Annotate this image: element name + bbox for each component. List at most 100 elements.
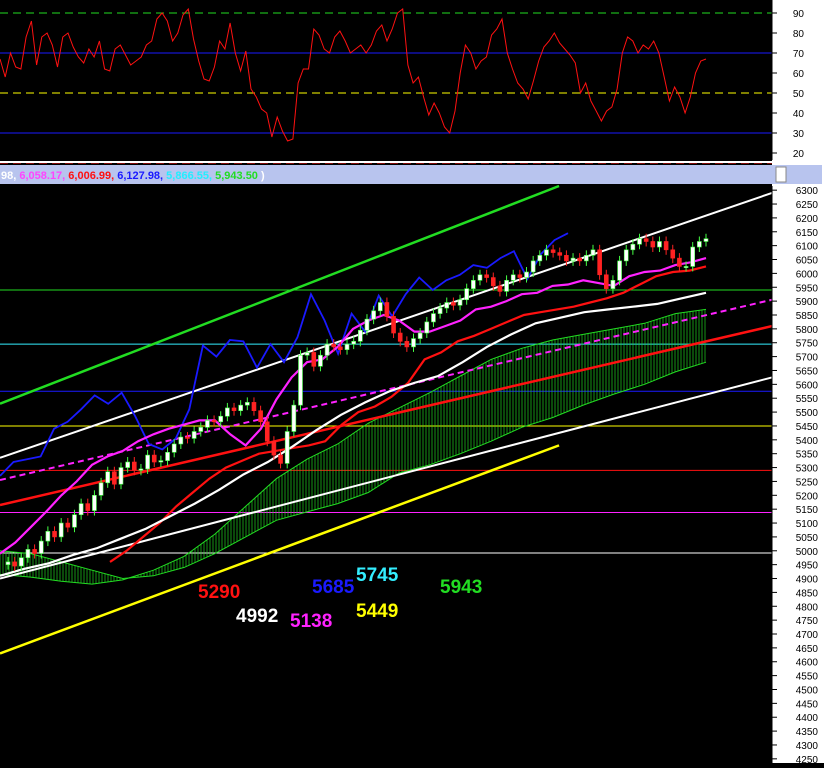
level-label-5943: 5943 — [440, 577, 482, 598]
level-label-5745: 5745 — [356, 565, 399, 586]
price-tick-label: 4400 — [796, 713, 819, 724]
price-tick-label: 5950 — [796, 283, 819, 294]
candle-body — [690, 246, 696, 267]
candle-body — [245, 402, 250, 406]
candle-body — [58, 522, 64, 538]
candle-body — [311, 352, 317, 367]
candle-body — [92, 495, 97, 511]
price-tick-label: 6250 — [796, 200, 819, 211]
price-tick-label: 5350 — [796, 450, 819, 461]
candle-body — [484, 274, 489, 278]
level-label-5685: 5685 — [312, 577, 355, 598]
candle-body — [411, 338, 416, 348]
candle-body — [524, 271, 529, 278]
candle-body — [98, 482, 104, 496]
osc-tick-label: 70 — [793, 49, 805, 60]
candle-body — [258, 410, 263, 423]
candle-body — [205, 420, 210, 428]
price-tick-label: 5300 — [796, 464, 819, 475]
candle-body — [530, 260, 536, 273]
price-tick-label: 5750 — [796, 339, 819, 350]
candle-body — [397, 332, 403, 342]
price-tick-label: 5850 — [796, 311, 819, 322]
candle-body — [557, 252, 563, 256]
candle-body — [118, 467, 124, 485]
candle-body — [338, 346, 343, 350]
price-tick-label: 4750 — [796, 616, 819, 627]
candle-body — [610, 280, 616, 289]
price-tick-label: 5800 — [796, 325, 819, 336]
candle-body — [78, 503, 84, 516]
price-tick-label: 5400 — [796, 436, 819, 447]
candle-body — [650, 241, 656, 248]
candle-body — [657, 241, 662, 248]
price-tick-label: 5650 — [796, 366, 819, 377]
candle-body — [158, 460, 164, 463]
candle-body — [371, 310, 376, 320]
legend-value-0: 98, — [1, 170, 19, 182]
trading-chart: 9080706050403020 63006250620061506100605… — [0, 0, 824, 766]
price-tick-label: 4250 — [796, 755, 819, 763]
candle-body — [211, 420, 217, 423]
candle-body — [351, 341, 356, 345]
legend-value-1: 6,058.17, — [19, 170, 68, 182]
price-tick-label: 5250 — [796, 477, 819, 488]
candle-body — [490, 277, 496, 287]
legend-bar-button[interactable] — [775, 166, 787, 183]
candle-body — [251, 402, 257, 411]
osc-tick-label: 30 — [793, 129, 805, 140]
price-tick-label: 5100 — [796, 519, 819, 530]
candle-body — [597, 249, 602, 276]
candle-body — [185, 436, 190, 439]
candle-body — [617, 260, 622, 281]
candle-body — [132, 461, 137, 471]
candle-body — [663, 241, 669, 251]
candle-body — [391, 316, 396, 334]
price-tick-label: 4350 — [796, 727, 819, 738]
candle-body — [630, 243, 636, 251]
candle-body — [417, 332, 423, 339]
candle-body — [464, 288, 469, 301]
candle-body — [384, 302, 390, 317]
candle-body — [264, 421, 270, 442]
candle-body — [670, 249, 676, 259]
candle-body — [683, 266, 689, 268]
candle-body — [171, 443, 177, 453]
candle-body — [38, 540, 44, 554]
price-y-axis[interactable]: 6300 6250 6200 6150 6100 6050 6000 5950 5900 5850… — [771, 160, 824, 766]
legend-value-4: 5,866.55, — [166, 170, 215, 182]
candle-body — [284, 431, 290, 464]
candle-body — [298, 354, 303, 406]
price-tick-label: 5900 — [796, 297, 819, 308]
candle-body — [85, 503, 91, 511]
osc-tick-label: 90 — [793, 9, 805, 20]
osc-tick-label: 80 — [793, 29, 805, 40]
candle-body — [5, 561, 11, 565]
candle-body — [377, 302, 383, 312]
osc-tick-label: 50 — [793, 89, 805, 100]
price-tick-label: 4450 — [796, 699, 819, 710]
price-tick-label: 4650 — [796, 644, 819, 655]
candle-body — [451, 302, 456, 306]
candle-body — [477, 274, 483, 281]
price-tick-label: 4700 — [796, 630, 819, 641]
candle-body — [324, 343, 330, 356]
level-label-4992: 4992 — [236, 606, 278, 627]
legend-values-text: 98, 6,058.17, 6,006.99, 6,127.98, 5,866.… — [1, 170, 265, 182]
price-tick-label: 6200 — [796, 214, 819, 225]
legend-value-2: 6,006.99, — [68, 170, 117, 182]
candle-body — [564, 255, 569, 262]
candle-body — [218, 415, 224, 423]
candle-body — [231, 407, 237, 411]
candle-body — [318, 354, 323, 367]
price-tick-label: 6150 — [796, 228, 819, 239]
chart-container: 90 80 70 60 50 40 30 20 6300 6250 6200 6150 6100 605… — [0, 0, 824, 766]
chart-background — [0, 0, 824, 763]
candle-body — [165, 452, 170, 461]
candle-body — [364, 318, 370, 331]
candle-body — [18, 557, 24, 567]
candle-body — [271, 440, 277, 456]
oscillator-y-axis[interactable]: 90 80 70 60 50 40 30 20 — [771, 0, 824, 160]
price-tick-label: 6100 — [796, 242, 819, 253]
candle-body — [431, 313, 436, 323]
